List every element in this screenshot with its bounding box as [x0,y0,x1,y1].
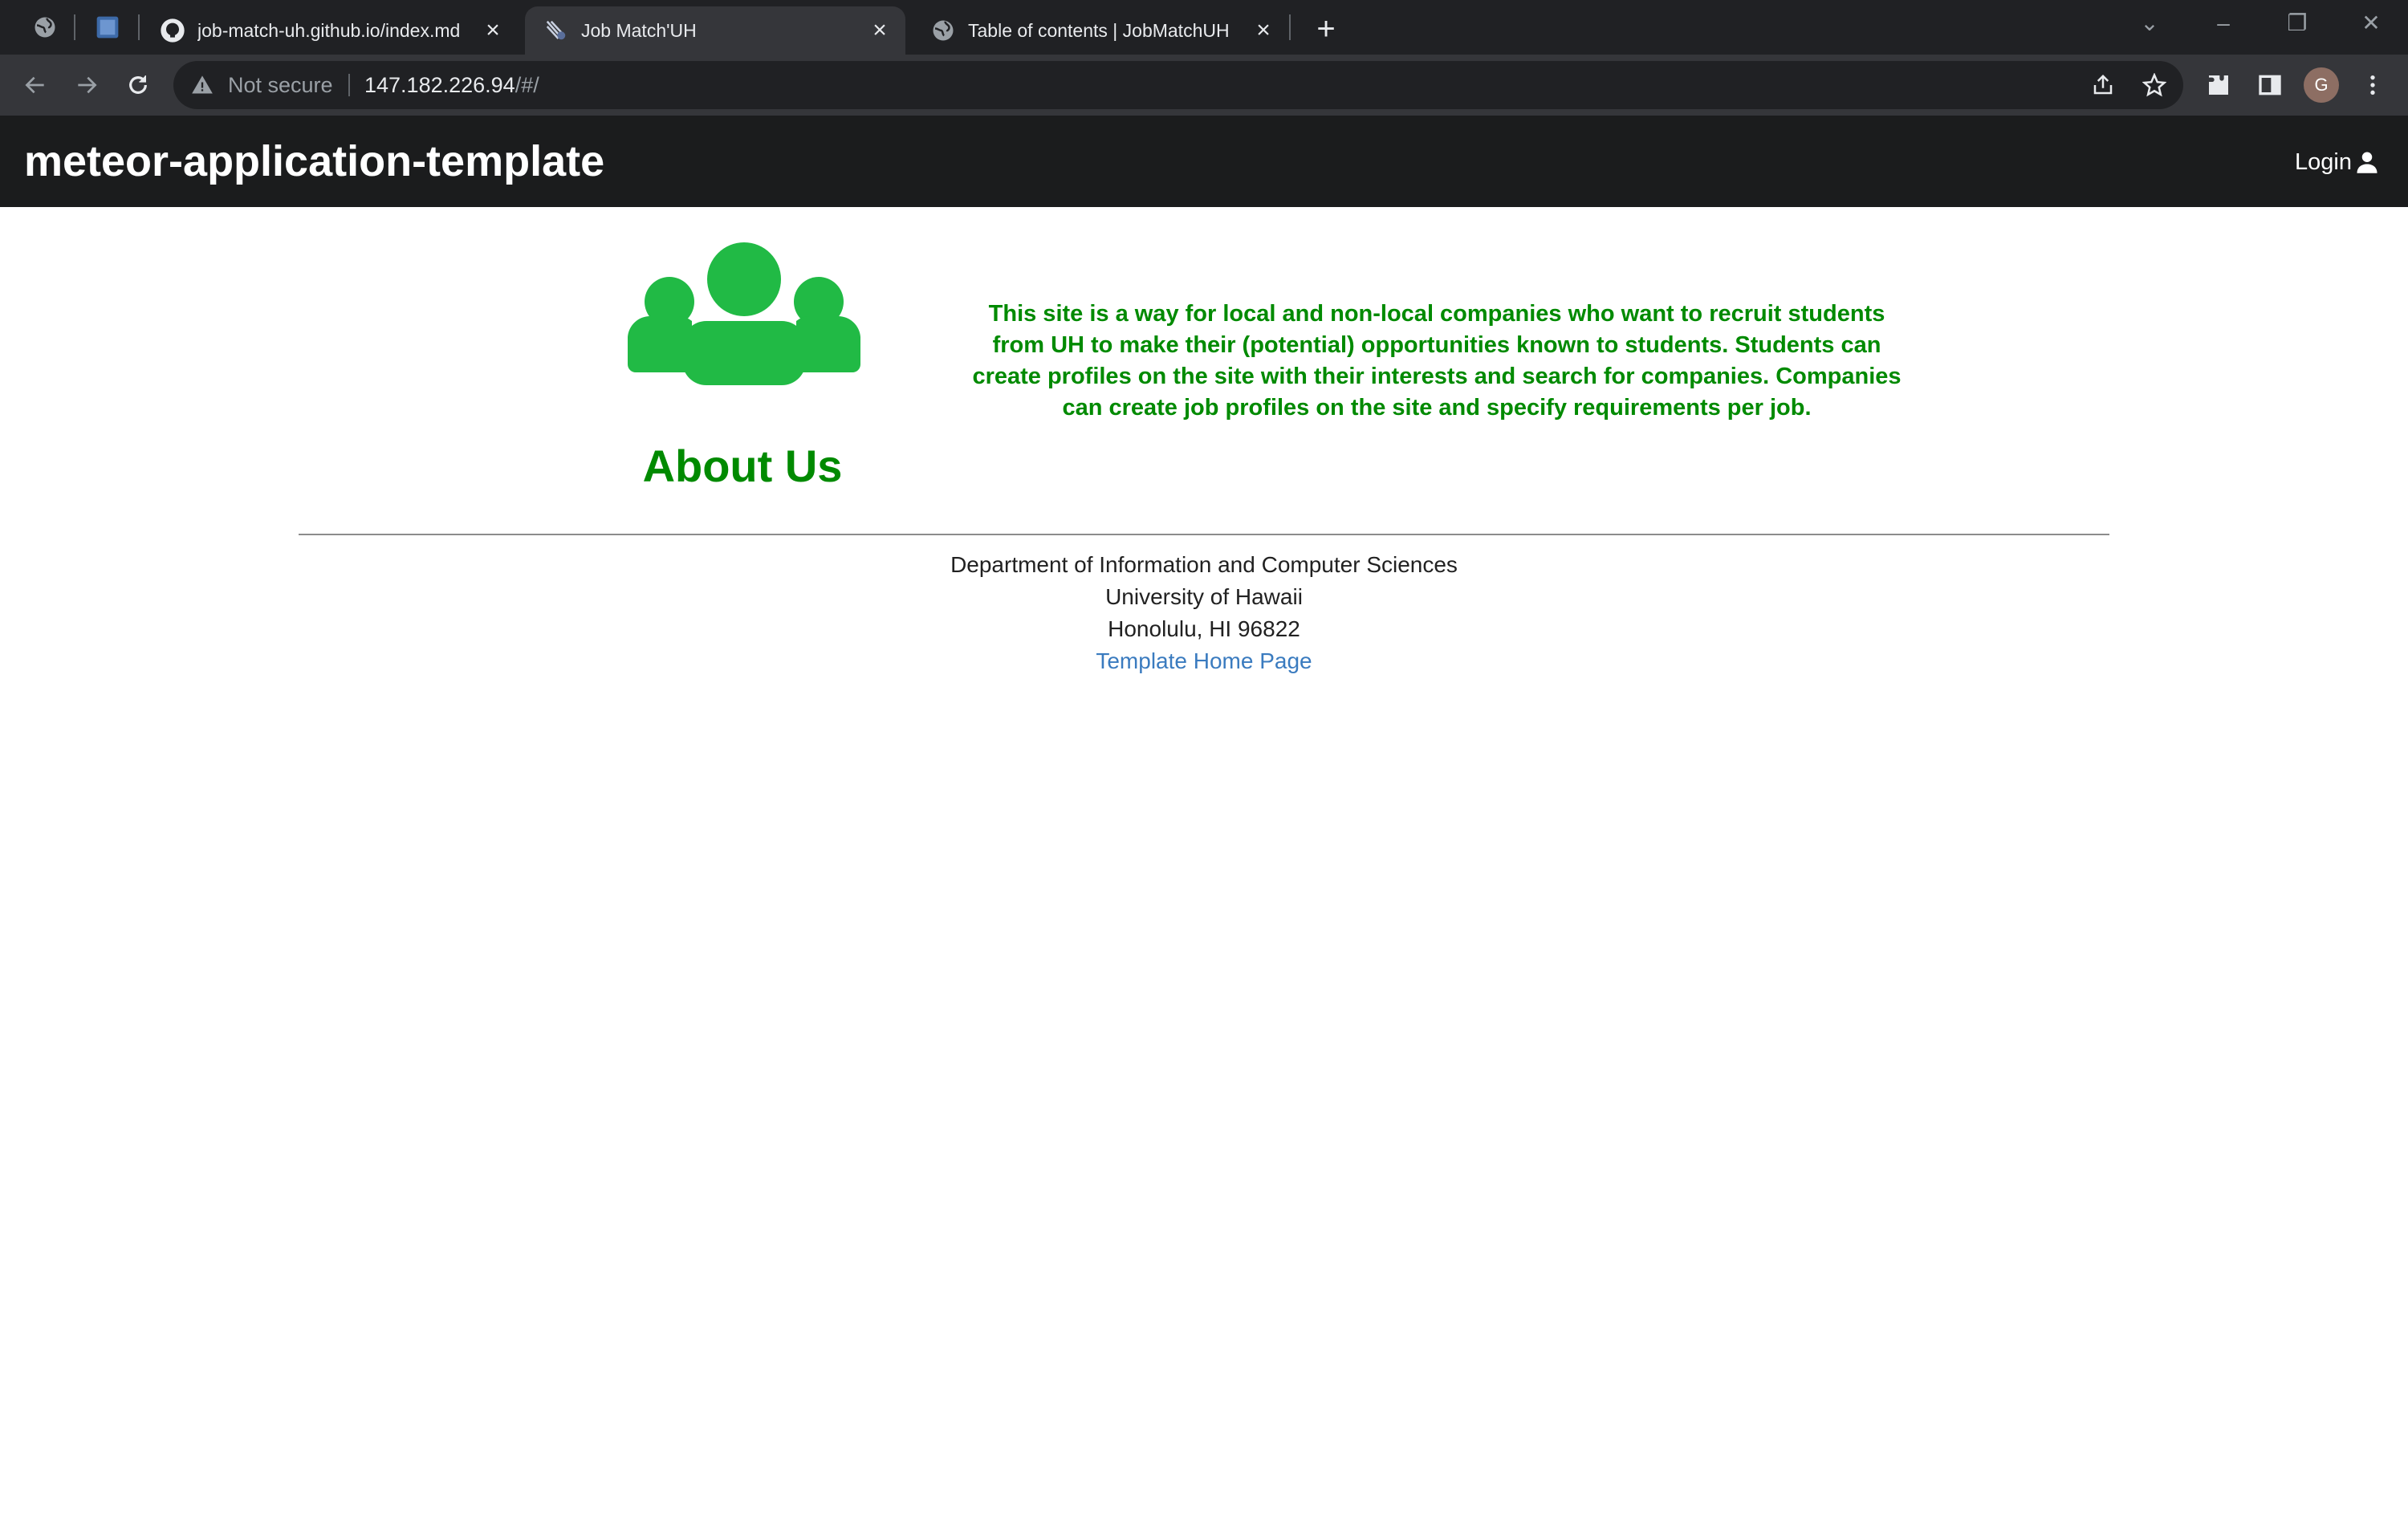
close-tab-icon[interactable]: × [1251,18,1276,43]
browser-menu-icon[interactable] [2355,67,2390,103]
forward-button[interactable] [67,66,106,104]
footer-university: University of Hawaii [1105,584,1303,609]
share-icon[interactable] [2089,71,2117,100]
user-icon [2355,150,2379,174]
warning-icon[interactable] [191,74,214,100]
app-navbar: meteor-application-template Login [0,116,2408,207]
brand-title[interactable]: meteor-application-template [24,116,604,207]
footer: Department of Information and Computer S… [401,549,2007,677]
footer-department: Department of Information and Computer S… [950,552,1458,577]
restore-window-icon[interactable]: ❐ [2273,5,2321,42]
security-label[interactable]: Not secure [228,61,333,109]
url-path: /#/ [515,73,539,97]
tab-title: job-match-uh.github.io/index.md [197,19,461,41]
github-icon [159,17,186,44]
about-us-heading: About Us [642,441,843,491]
tab-table-of-contents[interactable]: Table of contents | JobMatchUH × [912,6,1289,55]
bookmark-star-icon[interactable] [2140,71,2169,100]
globe-icon [35,17,55,38]
profile-avatar[interactable]: G [2304,67,2339,103]
pinned-tab-app[interactable] [88,10,127,45]
browser-tab-strip: job-match-uh.github.io/index.md × Job Ma… [0,0,2408,55]
users-icon [628,242,860,385]
reload-button[interactable] [119,66,157,104]
close-tab-icon[interactable]: × [867,18,893,43]
url-host: 147.182.226.94 [364,73,515,97]
reload-icon [129,75,147,94]
arrow-left-icon [25,76,44,94]
arrow-right-icon [78,76,97,94]
login-button[interactable]: Login [2295,144,2379,180]
side-panel-icon[interactable] [2252,67,2288,103]
extensions-icon[interactable] [2201,67,2236,103]
pinned-tab-globe[interactable] [26,10,64,45]
login-label: Login [2295,148,2352,175]
tab-job-match[interactable]: Job Match'UH × [525,6,905,55]
tab-title: Table of contents | JobMatchUH [968,19,1230,41]
minimize-window-icon[interactable]: – [2199,5,2247,42]
close-window-icon[interactable]: ✕ [2347,5,2395,42]
browser-toolbar: Not secure 147.182.226.94/#/ G [0,55,2408,116]
url-text[interactable]: 147.182.226.94/#/ [364,61,539,109]
new-tab-button[interactable]: + [1308,11,1344,47]
close-tab-icon[interactable]: × [480,18,506,43]
back-button[interactable] [16,66,55,104]
tab-github-index[interactable]: job-match-uh.github.io/index.md × [141,6,519,55]
footer-divider [299,534,2109,535]
tab-search-chevron-icon[interactable]: ⌄ [2125,5,2174,42]
footer-address: Honolulu, HI 96822 [1108,616,1300,641]
meteor-icon [543,17,570,44]
about-description: This site is a way for local and non-loc… [972,301,1902,421]
globe-icon [929,17,957,44]
app-square-icon [96,16,119,39]
template-home-link[interactable]: Template Home Page [401,645,2007,677]
address-bar[interactable]: Not secure 147.182.226.94/#/ [173,61,2183,109]
tab-title: Job Match'UH [581,19,697,41]
